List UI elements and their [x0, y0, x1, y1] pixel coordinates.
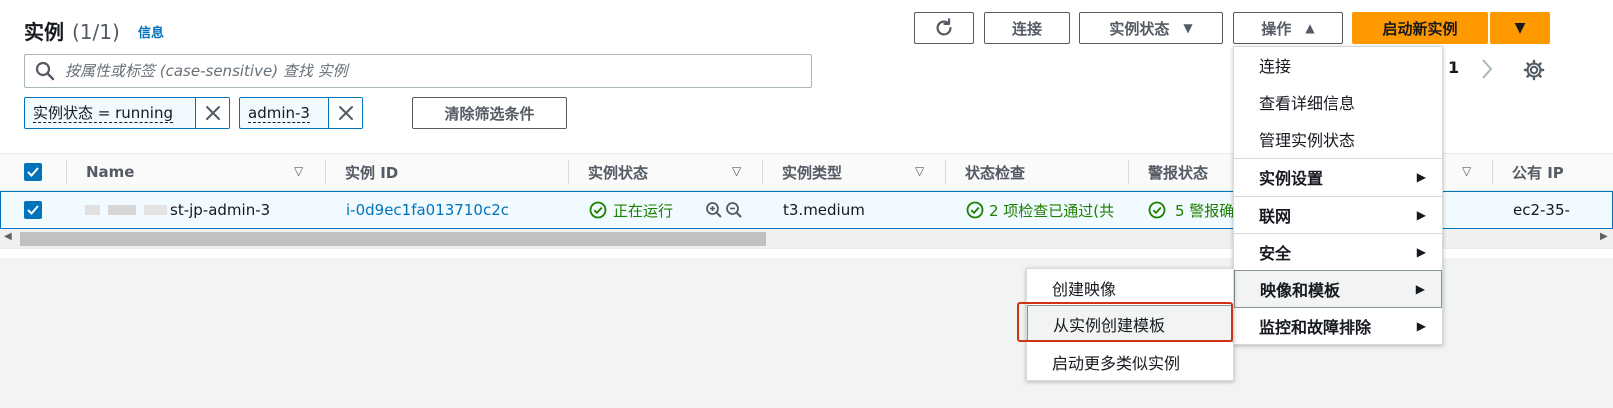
submenu-item-create-image[interactable]: 创建映像 — [1027, 269, 1233, 306]
check-circle-icon — [589, 201, 607, 219]
zoom-out-icon[interactable] — [725, 192, 743, 228]
column-header-alarm[interactable]: 警报状态 — [1148, 154, 1208, 190]
instance-state-text: 正在运行 — [613, 201, 674, 220]
actions-button[interactable]: 操作 ▲ — [1233, 12, 1343, 44]
clear-filters-button[interactable]: 清除筛选条件 — [412, 97, 567, 129]
instance-type: t3.medium — [783, 201, 865, 219]
filter-chip-label: admin-3 — [248, 103, 310, 123]
close-icon — [205, 106, 220, 120]
scrollbar-thumb[interactable] — [20, 232, 766, 246]
chevron-right-icon: ▶ — [1415, 282, 1425, 296]
submenu-item-launch-more[interactable]: 启动更多类似实例 — [1027, 343, 1233, 380]
instance-name-text: st-jp-admin-3 — [170, 201, 271, 219]
check-circle-icon — [1148, 201, 1166, 219]
refresh-button[interactable] — [914, 12, 974, 44]
launch-instance-label: 启动新实例 — [1382, 19, 1458, 38]
chevron-right-icon: ▶ — [1416, 170, 1426, 184]
column-header-public-ip[interactable]: 公有 IP — [1512, 154, 1564, 190]
menu-item-networking[interactable]: 联网 ▶ — [1234, 197, 1442, 233]
highlight-box — [1017, 302, 1233, 342]
page-title: 实例 (1/1) — [24, 16, 120, 45]
chevron-right-icon: ▶ — [1416, 319, 1426, 333]
instance-count: (1/1) — [72, 20, 120, 44]
instance-state-button[interactable]: 实例状态 ▼ — [1079, 12, 1223, 44]
actions-menu: 连接 查看详细信息 管理实例状态 实例设置 ▶ 联网 ▶ 安全 ▶ 映像和模板 ▶ 监控… — [1233, 46, 1443, 345]
column-header-type[interactable]: 实例类型 — [782, 154, 842, 190]
column-header-status-check[interactable]: 状态检查 — [965, 154, 1025, 190]
search-icon — [35, 61, 55, 81]
page-title-text: 实例 — [24, 20, 64, 44]
close-icon — [338, 106, 353, 120]
actions-label: 操作 — [1261, 19, 1292, 38]
menu-item-label: 监控和故障排除 — [1259, 318, 1372, 337]
alarm-cell: 5 警报确 — [1148, 192, 1234, 228]
connect-button[interactable]: 连接 — [984, 12, 1070, 44]
menu-item-monitoring[interactable]: 监控和故障排除 ▶ — [1234, 308, 1442, 344]
search-input[interactable] — [65, 62, 765, 80]
remove-filter-button[interactable] — [195, 98, 229, 128]
instance-state-label: 实例状态 — [1109, 19, 1170, 38]
row-checkbox[interactable] — [24, 201, 42, 219]
refresh-icon — [936, 18, 952, 36]
sort-icon[interactable]: ▽ — [294, 164, 303, 178]
chevron-right-icon: ▶ — [1416, 208, 1426, 222]
scroll-right-icon[interactable]: ▶ — [1600, 231, 1608, 242]
filter-chip-name: admin-3 — [239, 97, 363, 129]
instance-id-link[interactable]: i-0d9ec1fa013710c2c — [346, 192, 509, 228]
menu-item-manage-state[interactable]: 管理实例状态 — [1234, 121, 1442, 157]
remove-filter-button[interactable] — [328, 98, 362, 128]
connect-button-label: 连接 — [1011, 19, 1042, 38]
chevron-right-icon: ▶ — [1416, 245, 1426, 259]
menu-item-security[interactable]: 安全 ▶ — [1234, 234, 1442, 270]
check-circle-icon — [966, 201, 984, 219]
menu-item-view-details[interactable]: 查看详细信息 — [1234, 84, 1442, 120]
instance-state-cell: 正在运行 — [589, 192, 673, 228]
menu-item-connect[interactable]: 连接 — [1234, 47, 1442, 83]
info-link[interactable]: 信息 — [138, 22, 164, 41]
sort-icon[interactable]: ▽ — [1462, 164, 1471, 178]
column-header-instance-id[interactable]: 实例 ID — [345, 154, 398, 190]
filter-chip-state: 实例状态 = running — [24, 97, 230, 129]
next-page-icon[interactable] — [1480, 58, 1494, 84]
select-all-checkbox[interactable] — [24, 163, 42, 181]
menu-item-label: 实例设置 — [1259, 169, 1324, 188]
column-header-state[interactable]: 实例状态 — [588, 154, 648, 190]
caret-down-icon: ▼ — [1183, 21, 1193, 35]
public-ip: ec2-35- — [1513, 201, 1570, 219]
menu-item-label: 安全 — [1259, 244, 1292, 263]
alarm-text: 5 警报确 — [1175, 201, 1235, 220]
caret-down-icon: ▼ — [1514, 20, 1526, 36]
scroll-left-icon[interactable]: ◀ — [4, 231, 12, 242]
launch-dropdown-button[interactable]: ▼ — [1490, 12, 1550, 44]
clear-filters-label: 清除筛选条件 — [444, 104, 535, 123]
filter-chip-label: 实例状态 = running — [33, 103, 173, 123]
redacted-name — [85, 205, 167, 215]
zoom-in-icon[interactable] — [705, 192, 723, 228]
instance-name: st-jp-admin-3 — [85, 192, 270, 228]
caret-up-icon: ▲ — [1305, 21, 1315, 35]
sort-icon[interactable]: ▽ — [732, 164, 741, 178]
search-box[interactable] — [24, 54, 812, 88]
launch-instance-button[interactable]: 启动新实例 — [1352, 12, 1488, 44]
menu-item-label: 联网 — [1259, 207, 1292, 226]
column-header-name[interactable]: Name — [86, 154, 134, 190]
status-check-text: 2 项检查已通过(共 — [989, 201, 1115, 220]
sort-icon[interactable]: ▽ — [915, 164, 924, 178]
page-number[interactable]: 1 — [1448, 58, 1459, 77]
menu-item-image-templates[interactable]: 映像和模板 ▶ — [1234, 270, 1442, 308]
menu-item-instance-settings[interactable]: 实例设置 ▶ — [1234, 159, 1442, 195]
menu-item-label: 映像和模板 — [1260, 281, 1341, 300]
gear-icon[interactable] — [1523, 59, 1545, 85]
status-check-cell: 2 项检查已通过(共 — [966, 192, 1114, 228]
